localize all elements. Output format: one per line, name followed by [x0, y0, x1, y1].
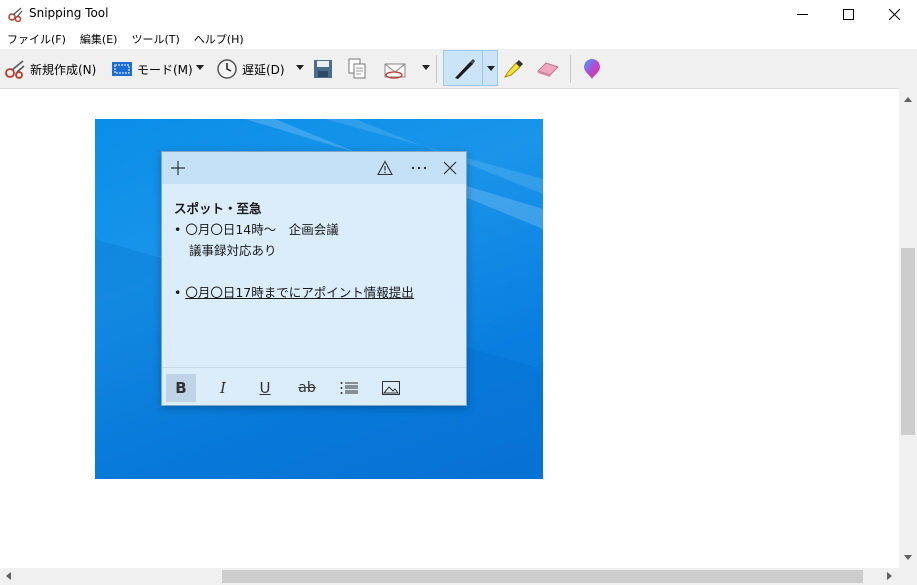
highlighter-icon: [503, 60, 523, 78]
vertical-scroll-thumb[interactable]: [901, 248, 915, 435]
note-heading: スポット・至急: [174, 201, 262, 216]
highlighter-button[interactable]: [502, 54, 524, 84]
mode-dropdown-arrow[interactable]: [196, 65, 204, 70]
minimize-icon: [796, 14, 808, 15]
insert-image-button[interactable]: [376, 374, 406, 402]
image-icon: [382, 381, 400, 395]
italic-button[interactable]: I: [208, 374, 238, 402]
scroll-down-arrow[interactable]: [904, 555, 912, 560]
close-button[interactable]: [871, 0, 917, 29]
eraser-button[interactable]: [536, 54, 560, 84]
more-options-icon[interactable]: [410, 160, 428, 176]
toolbar-separator-2: [570, 55, 571, 83]
menu-file[interactable]: ファイル(F): [0, 29, 73, 49]
toolbar-separator: [436, 55, 437, 83]
maximize-button[interactable]: [825, 0, 871, 29]
save-icon: [314, 60, 332, 78]
note-bullet-1-continued: 議事録対応あり: [189, 243, 277, 258]
menu-help[interactable]: ヘルプ(H): [187, 29, 251, 49]
paint3d-icon: [584, 59, 600, 79]
copy-button[interactable]: [347, 54, 367, 84]
note-content[interactable]: スポット・至急 • 〇月〇日14時～ 企画会議 議事録対応あり • 〇月〇日17…: [174, 198, 454, 303]
mode-label: モード(M): [137, 62, 193, 77]
mode-button[interactable]: モード(M): [111, 54, 193, 84]
paint3d-button[interactable]: [582, 54, 602, 84]
bold-button[interactable]: B: [166, 374, 196, 402]
eraser-icon: [537, 62, 559, 77]
delay-button[interactable]: 遅延(D): [216, 54, 285, 84]
bullet-list-button[interactable]: [334, 374, 364, 402]
note-bullet-2-text: 〇月〇日17時までにアポイント情報提出: [185, 285, 414, 300]
scrollbar-corner: [899, 568, 917, 585]
delay-label: 遅延(D): [242, 62, 285, 77]
new-snip-label: 新規作成(N): [30, 62, 97, 77]
note-bullet-1: • 〇月〇日14時～ 企画会議: [174, 222, 339, 237]
envelope-icon: [384, 63, 406, 79]
note-header: [162, 152, 466, 184]
send-dropdown-arrow[interactable]: [422, 65, 430, 70]
note-blank-line: [174, 261, 454, 282]
warning-icon[interactable]: [377, 160, 393, 176]
horizontal-scroll-thumb[interactable]: [222, 570, 863, 583]
pen-icon: [455, 59, 475, 79]
scroll-left-arrow[interactable]: [6, 572, 11, 580]
new-snip-button[interactable]: 新規作成(N): [4, 54, 96, 84]
menu-edit[interactable]: 編集(E): [73, 29, 125, 49]
close-note-icon[interactable]: [443, 160, 457, 176]
note-format-toolbar: B I U ab: [162, 367, 466, 405]
bullet-list-icon: [340, 382, 358, 394]
copy-icon: [348, 58, 366, 79]
scroll-right-arrow[interactable]: [887, 572, 892, 580]
send-snip-button[interactable]: [383, 54, 409, 84]
close-icon: [888, 9, 900, 20]
window-title: Snipping Tool: [29, 6, 109, 20]
sticky-note: スポット・至急 • 〇月〇日14時～ 企画会議 議事録対応あり • 〇月〇日17…: [161, 151, 467, 406]
note-bullet-2-mark: •: [174, 285, 186, 300]
vertical-scrollbar[interactable]: [899, 88, 917, 568]
pen-button[interactable]: [443, 50, 498, 86]
delay-dropdown-arrow[interactable]: [296, 65, 304, 70]
minimize-button[interactable]: [779, 0, 825, 29]
menu-bar: ファイル(F) 編集(E) ツール(T) ヘルプ(H): [0, 29, 917, 49]
pen-dropdown-arrow[interactable]: [487, 66, 495, 71]
menu-tools[interactable]: ツール(T): [124, 29, 186, 49]
strikethrough-button[interactable]: ab: [292, 374, 322, 402]
toolbar: 新規作成(N) モード(M) 遅延(D): [0, 49, 917, 88]
maximize-icon: [842, 9, 854, 20]
rectangle-snip-icon: [112, 62, 132, 76]
horizontal-scrollbar[interactable]: [0, 568, 899, 585]
clock-icon: [217, 59, 237, 79]
add-icon[interactable]: [170, 160, 186, 176]
pen-button-divider: [482, 51, 483, 85]
scissors-icon: [5, 60, 25, 79]
note-bullet-2: • 〇月〇日17時までにアポイント情報提出: [174, 282, 454, 303]
underline-button[interactable]: U: [250, 374, 280, 402]
save-button[interactable]: [313, 54, 333, 84]
scroll-up-arrow[interactable]: [904, 97, 912, 102]
snipping-tool-icon: [8, 7, 23, 22]
title-bar: Snipping Tool: [0, 0, 917, 29]
